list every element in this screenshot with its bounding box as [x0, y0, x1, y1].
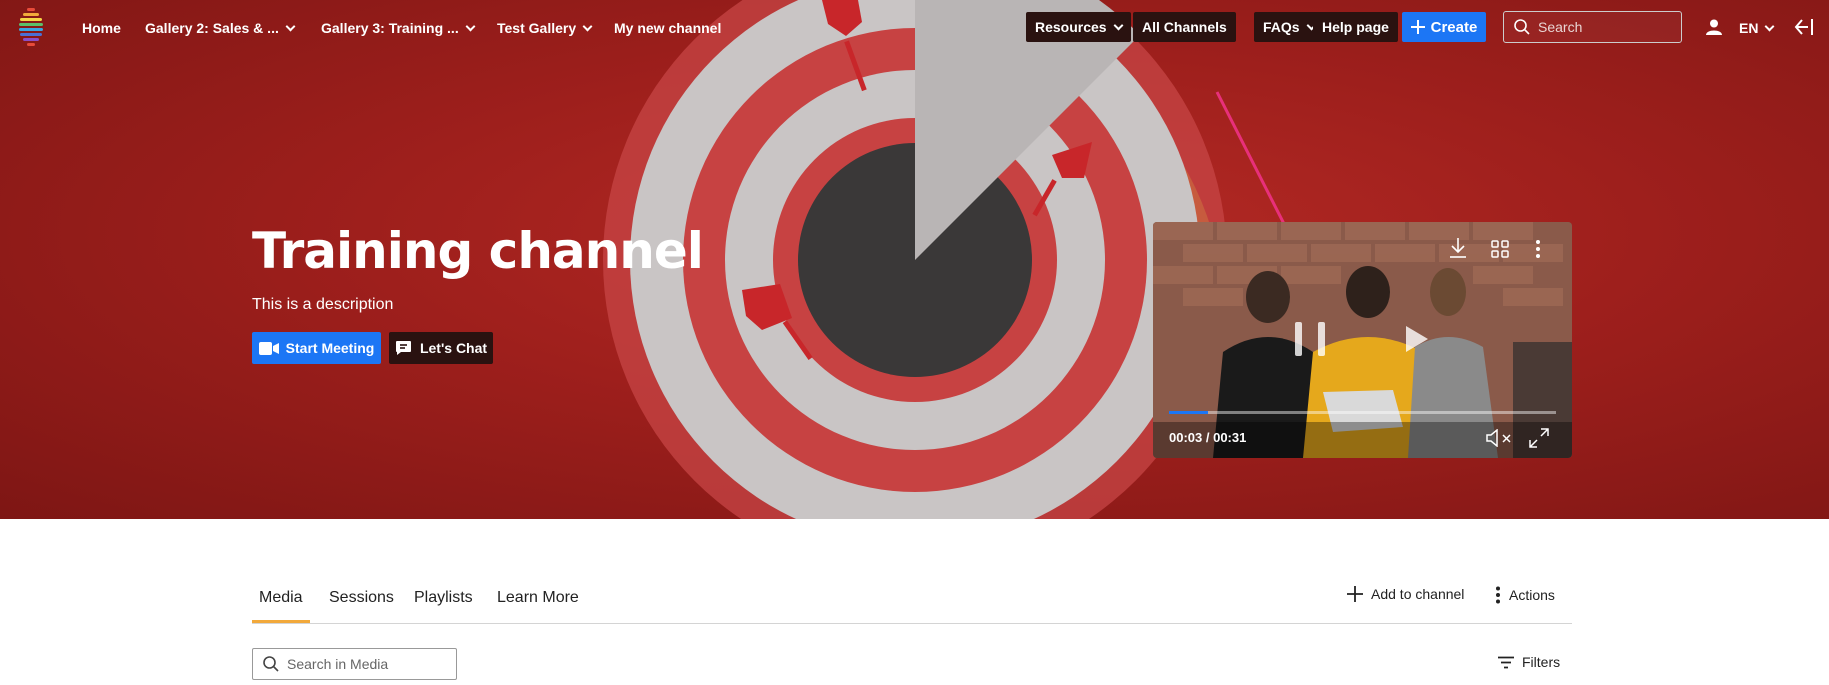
video-time: 00:03 / 00:31: [1169, 430, 1247, 445]
mute-icon[interactable]: [1486, 429, 1514, 447]
start-meeting-button[interactable]: Start Meeting: [252, 332, 381, 364]
video-progress-fill: [1169, 411, 1208, 414]
help-page-button[interactable]: Help page: [1313, 12, 1398, 42]
more-options-icon[interactable]: [1535, 239, 1541, 259]
nav-gallery-3[interactable]: Gallery 3: Training ...: [321, 17, 476, 39]
chat-icon: [395, 341, 411, 355]
search-icon: [263, 656, 279, 672]
more-options-icon: [1496, 586, 1500, 604]
top-navigation-bar: Home Gallery 2: Sales & ... Gallery 3: T…: [0, 0, 1829, 56]
nav-home[interactable]: Home: [82, 17, 121, 39]
nav-my-new-channel[interactable]: My new channel: [614, 17, 721, 39]
channel-hero-banner: Home Gallery 2: Sales & ... Gallery 3: T…: [0, 0, 1829, 519]
nav-test-gallery[interactable]: Test Gallery: [497, 17, 593, 39]
actions-menu-button[interactable]: Actions: [1495, 586, 1555, 604]
tab-playlists[interactable]: Playlists: [414, 580, 473, 623]
add-to-channel-button[interactable]: Add to channel: [1347, 586, 1464, 602]
nav-gallery-2[interactable]: Gallery 2: Sales & ...: [145, 17, 296, 39]
plus-icon: [1347, 586, 1363, 602]
tab-learn-more[interactable]: Learn More: [497, 580, 579, 623]
global-search[interactable]: [1503, 11, 1682, 43]
media-search-input[interactable]: [287, 656, 447, 672]
chevron-down-icon: [1765, 21, 1775, 31]
chevron-down-icon: [1113, 20, 1124, 30]
language-selector[interactable]: EN: [1739, 17, 1775, 39]
search-input[interactable]: [1538, 19, 1678, 35]
fullscreen-icon[interactable]: [1528, 427, 1550, 449]
grid-icon[interactable]: [1491, 240, 1509, 258]
video-progress-track[interactable]: [1169, 411, 1556, 414]
filter-icon: [1498, 656, 1514, 668]
site-logo-icon[interactable]: [18, 8, 44, 46]
logout-icon[interactable]: [1794, 18, 1814, 36]
video-frame-image: [1153, 222, 1572, 458]
video-player[interactable]: 00:03 / 00:31: [1153, 222, 1572, 458]
chevron-down-icon: [582, 21, 593, 31]
all-channels-button[interactable]: All Channels: [1133, 12, 1236, 42]
video-camera-icon: [258, 341, 279, 355]
user-icon[interactable]: [1706, 19, 1722, 35]
channel-title: Training channel: [252, 222, 704, 280]
media-search[interactable]: [252, 648, 457, 680]
lets-chat-button[interactable]: Let's Chat: [389, 332, 493, 364]
search-icon: [1514, 19, 1530, 35]
plus-icon: [1410, 20, 1425, 34]
resources-menu-button[interactable]: Resources: [1026, 12, 1131, 42]
chevron-down-icon: [285, 21, 296, 31]
download-icon[interactable]: [1449, 238, 1467, 258]
create-button[interactable]: Create: [1402, 12, 1486, 42]
tab-sessions[interactable]: Sessions: [329, 580, 394, 623]
filters-button[interactable]: Filters: [1498, 654, 1560, 670]
chevron-down-icon: [465, 21, 476, 31]
tab-media[interactable]: Media: [252, 580, 310, 623]
channel-description: This is a description: [252, 296, 394, 313]
